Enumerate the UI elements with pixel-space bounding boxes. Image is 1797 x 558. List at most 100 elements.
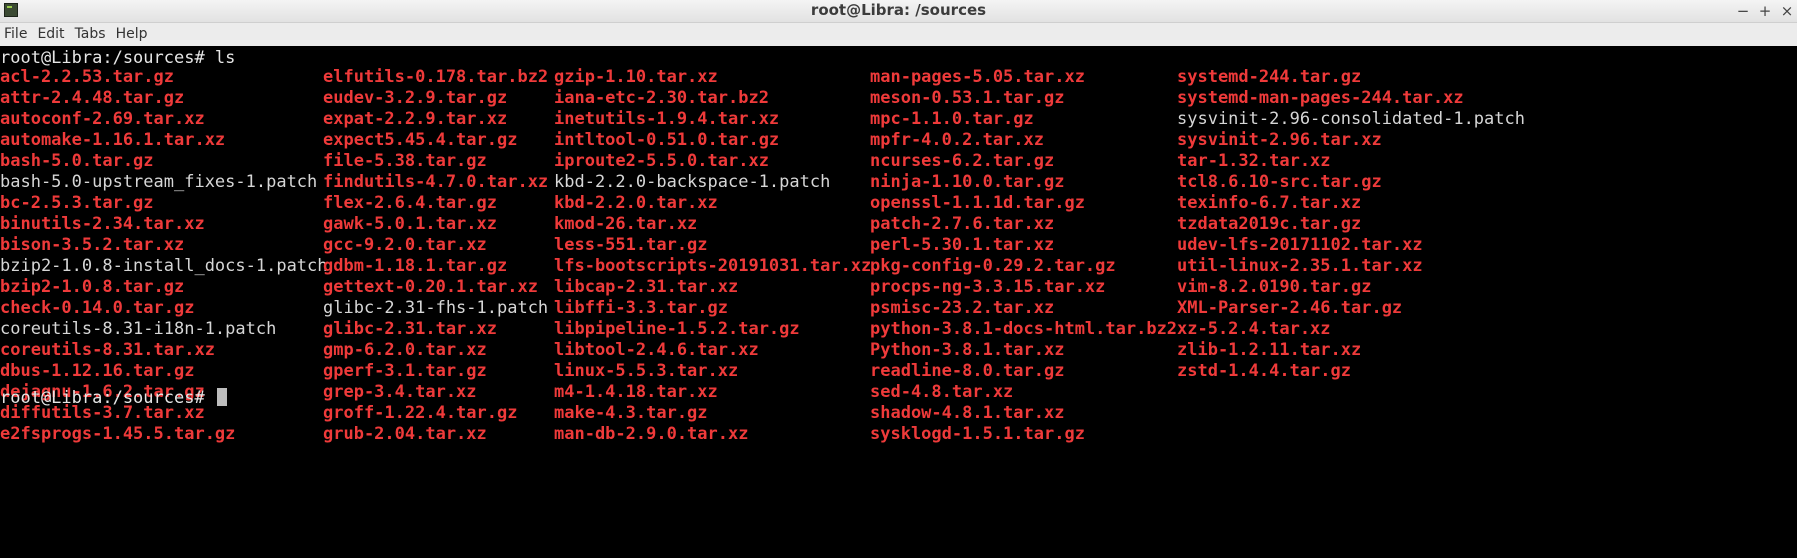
file-entry: check-0.14.0.tar.gz	[0, 298, 195, 318]
menu-edit[interactable]: Edit	[33, 23, 70, 45]
file-entry: binutils-2.34.tar.xz	[0, 214, 205, 234]
file-entry: gawk-5.0.1.tar.xz	[323, 214, 497, 234]
file-entry: less-551.tar.gz	[554, 235, 708, 255]
file-entry: patch-2.7.6.tar.xz	[870, 214, 1055, 234]
file-entry: perl-5.30.1.tar.xz	[870, 235, 1055, 255]
file-entry: eudev-3.2.9.tar.gz	[323, 88, 508, 108]
prompt-text: root@Libra:/sources#	[0, 388, 215, 408]
file-entry: findutils-4.7.0.tar.xz	[323, 172, 549, 192]
file-entry: kmod-26.tar.xz	[554, 214, 698, 234]
window-title: root@Libra: /sources	[810, 1, 987, 19]
file-entry: inetutils-1.9.4.tar.xz	[554, 109, 780, 129]
file-entry: libffi-3.3.tar.gz	[554, 298, 728, 318]
file-entry: vim-8.2.0190.tar.gz	[1177, 277, 1372, 297]
file-entry: gcc-9.2.0.tar.xz	[323, 235, 487, 255]
file-entry: sysklogd-1.5.1.tar.gz	[870, 424, 1085, 444]
file-entry: ncurses-6.2.tar.gz	[870, 151, 1055, 171]
file-column-2: elfutils-0.178.tar.bz2 eudev-3.2.9.tar.gz…	[323, 67, 548, 445]
terminal-window: root@Libra: /sources − + × File Edit Tab…	[0, 0, 1797, 558]
file-entry: Python-3.8.1.tar.xz	[870, 340, 1065, 360]
file-entry: coreutils-8.31-i18n-1.patch	[0, 319, 277, 339]
file-entry: iproute2-5.5.0.tar.xz	[554, 151, 769, 171]
file-entry: automake-1.16.1.tar.xz	[0, 130, 226, 150]
file-entry: tcl8.6.10-src.tar.gz	[1177, 172, 1382, 192]
file-entry: coreutils-8.31.tar.xz	[0, 340, 215, 360]
file-entry: bzip2-1.0.8.tar.gz	[0, 277, 185, 297]
maximize-icon[interactable]: +	[1757, 2, 1773, 20]
file-column-4: man-pages-5.05.tar.xz meson-0.53.1.tar.gz…	[870, 67, 1177, 445]
file-entry: libpipeline-1.5.2.tar.gz	[554, 319, 800, 339]
file-entry: meson-0.53.1.tar.gz	[870, 88, 1065, 108]
file-entry: linux-5.5.3.tar.xz	[554, 361, 739, 381]
file-entry: texinfo-6.7.tar.xz	[1177, 193, 1362, 213]
file-entry: bash-5.0-upstream_fixes-1.patch	[0, 172, 318, 192]
file-entry: glibc-2.31.tar.xz	[323, 319, 497, 339]
file-entry: gperf-3.1.tar.gz	[323, 361, 487, 381]
file-entry: glibc-2.31-fhs-1.patch	[323, 298, 549, 318]
file-entry: readline-8.0.tar.gz	[870, 361, 1065, 381]
menu-tabs[interactable]: Tabs	[71, 23, 112, 45]
file-entry: tzdata2019c.tar.gz	[1177, 214, 1362, 234]
text-cursor	[216, 388, 227, 406]
file-entry: util-linux-2.35.1.tar.xz	[1177, 256, 1423, 276]
file-entry: mpfr-4.0.2.tar.xz	[870, 130, 1044, 150]
file-entry: make-4.3.tar.gz	[554, 403, 708, 423]
file-entry: procps-ng-3.3.15.tar.xz	[870, 277, 1106, 297]
file-entry: groff-1.22.4.tar.gz	[323, 403, 518, 423]
file-entry: m4-1.4.18.tar.xz	[554, 382, 718, 402]
file-entry: man-pages-5.05.tar.xz	[870, 67, 1085, 87]
file-entry: lfs-bootscripts-20191031.tar.xz	[554, 256, 872, 276]
minimize-icon[interactable]: −	[1735, 2, 1751, 20]
file-entry: file-5.38.tar.gz	[323, 151, 487, 171]
file-entry: openssl-1.1.1d.tar.gz	[870, 193, 1085, 213]
file-entry: man-db-2.9.0.tar.xz	[554, 424, 749, 444]
file-entry: bc-2.5.3.tar.gz	[0, 193, 154, 213]
file-entry: zstd-1.4.4.tar.gz	[1177, 361, 1351, 381]
file-entry: xz-5.2.4.tar.xz	[1177, 319, 1331, 339]
file-entry: bzip2-1.0.8-install_docs-1.patch	[0, 256, 328, 276]
file-entry: libcap-2.31.tar.xz	[554, 277, 739, 297]
file-entry: intltool-0.51.0.tar.gz	[554, 130, 780, 150]
file-entry: systemd-man-pages-244.tar.xz	[1177, 88, 1464, 108]
file-entry: systemd-244.tar.gz	[1177, 67, 1362, 87]
menu-bar: File Edit Tabs Help	[0, 23, 1797, 45]
file-entry: udev-lfs-20171102.tar.xz	[1177, 235, 1423, 255]
file-entry: tar-1.32.tar.xz	[1177, 151, 1331, 171]
file-entry: mpc-1.1.0.tar.gz	[870, 109, 1034, 129]
file-entry: iana-etc-2.30.tar.bz2	[554, 88, 769, 108]
file-entry: shadow-4.8.1.tar.xz	[870, 403, 1065, 423]
file-entry: expat-2.2.9.tar.xz	[323, 109, 508, 129]
terminal-output[interactable]: root@Libra:/sources# ls acl-2.2.53.tar.g…	[0, 46, 1797, 558]
close-icon[interactable]: ×	[1779, 2, 1795, 20]
menu-file[interactable]: File	[0, 23, 33, 45]
file-entry: e2fsprogs-1.45.5.tar.gz	[0, 424, 236, 444]
file-entry: pkg-config-0.29.2.tar.gz	[870, 256, 1116, 276]
title-bar[interactable]: root@Libra: /sources − + ×	[0, 0, 1797, 23]
file-entry: gdbm-1.18.1.tar.gz	[323, 256, 508, 276]
file-entry: attr-2.4.48.tar.gz	[0, 88, 185, 108]
file-entry: grep-3.4.tar.xz	[323, 382, 477, 402]
file-entry: acl-2.2.53.tar.gz	[0, 67, 174, 87]
file-entry: python-3.8.1-docs-html.tar.bz2	[870, 319, 1178, 339]
file-entry: bash-5.0.tar.gz	[0, 151, 154, 171]
file-entry: ninja-1.10.0.tar.gz	[870, 172, 1065, 192]
file-entry: gmp-6.2.0.tar.xz	[323, 340, 487, 360]
command-line: root@Libra:/sources# ls	[0, 48, 236, 68]
prompt-line: root@Libra:/sources#	[0, 388, 227, 409]
file-entry: autoconf-2.69.tar.xz	[0, 109, 205, 129]
file-entry: gzip-1.10.tar.xz	[554, 67, 718, 87]
file-entry: gettext-0.20.1.tar.xz	[323, 277, 538, 297]
file-entry: grub-2.04.tar.xz	[323, 424, 487, 444]
file-entry: bison-3.5.2.tar.xz	[0, 235, 185, 255]
file-entry: kbd-2.2.0-backspace-1.patch	[554, 172, 831, 192]
file-entry: expect5.45.4.tar.gz	[323, 130, 518, 150]
file-entry: flex-2.6.4.tar.gz	[323, 193, 497, 213]
file-entry: elfutils-0.178.tar.bz2	[323, 67, 549, 87]
file-entry: dbus-1.12.16.tar.gz	[0, 361, 195, 381]
file-entry: sysvinit-2.96.tar.xz	[1177, 130, 1382, 150]
file-entry: sed-4.8.tar.xz	[870, 382, 1014, 402]
window-controls: − + ×	[1735, 0, 1797, 22]
file-entry: libtool-2.4.6.tar.xz	[554, 340, 759, 360]
menu-help[interactable]: Help	[112, 23, 154, 45]
file-column-5: systemd-244.tar.gz systemd-man-pages-244.…	[1177, 67, 1525, 382]
